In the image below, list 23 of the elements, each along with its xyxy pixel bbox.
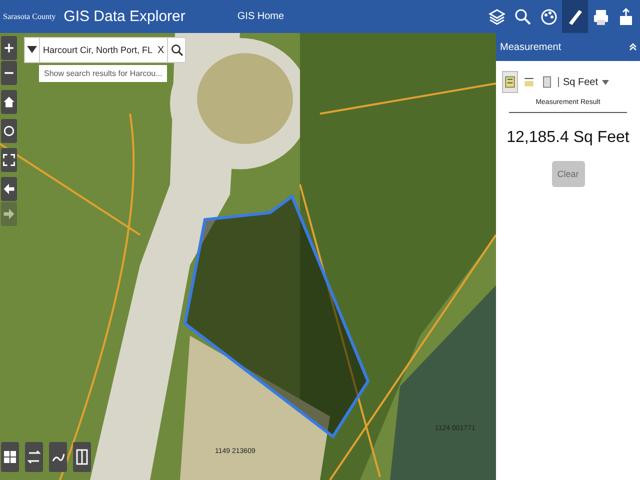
search-icon[interactable] (167, 38, 186, 62)
panel-title: Measurement (500, 42, 562, 52)
area-measure-icon[interactable] (502, 71, 518, 93)
search-suggestion[interactable]: Show search results for Harcou... (39, 65, 168, 82)
zoom-in-icon[interactable] (1, 36, 17, 60)
measurement-result: 12,185.4 Sq Feet (506, 129, 630, 147)
search-field[interactable]: Harcourt Cir, North Port, FL X (24, 37, 186, 63)
dropdown-icon[interactable] (25, 46, 39, 54)
home-icon[interactable] (1, 90, 17, 114)
caret-icon[interactable] (602, 80, 610, 84)
locate-icon[interactable] (1, 119, 17, 143)
app-title: GIS Data Explorer (64, 8, 186, 25)
county-logo[interactable]: Sarasota County (3, 12, 56, 21)
clear-button[interactable]: X (156, 44, 168, 56)
ruler-icon[interactable] (562, 0, 588, 33)
fullscreen-icon[interactable] (1, 148, 17, 172)
grid-icon[interactable] (1, 442, 19, 472)
draw-icon[interactable] (49, 442, 67, 472)
zoom-out-icon[interactable] (1, 61, 17, 85)
unit-dropdown[interactable]: Sq Feet (563, 76, 610, 88)
split-icon[interactable] (73, 442, 91, 472)
swap-icon[interactable] (25, 442, 43, 472)
nav-link[interactable]: GIS Home (237, 11, 284, 22)
